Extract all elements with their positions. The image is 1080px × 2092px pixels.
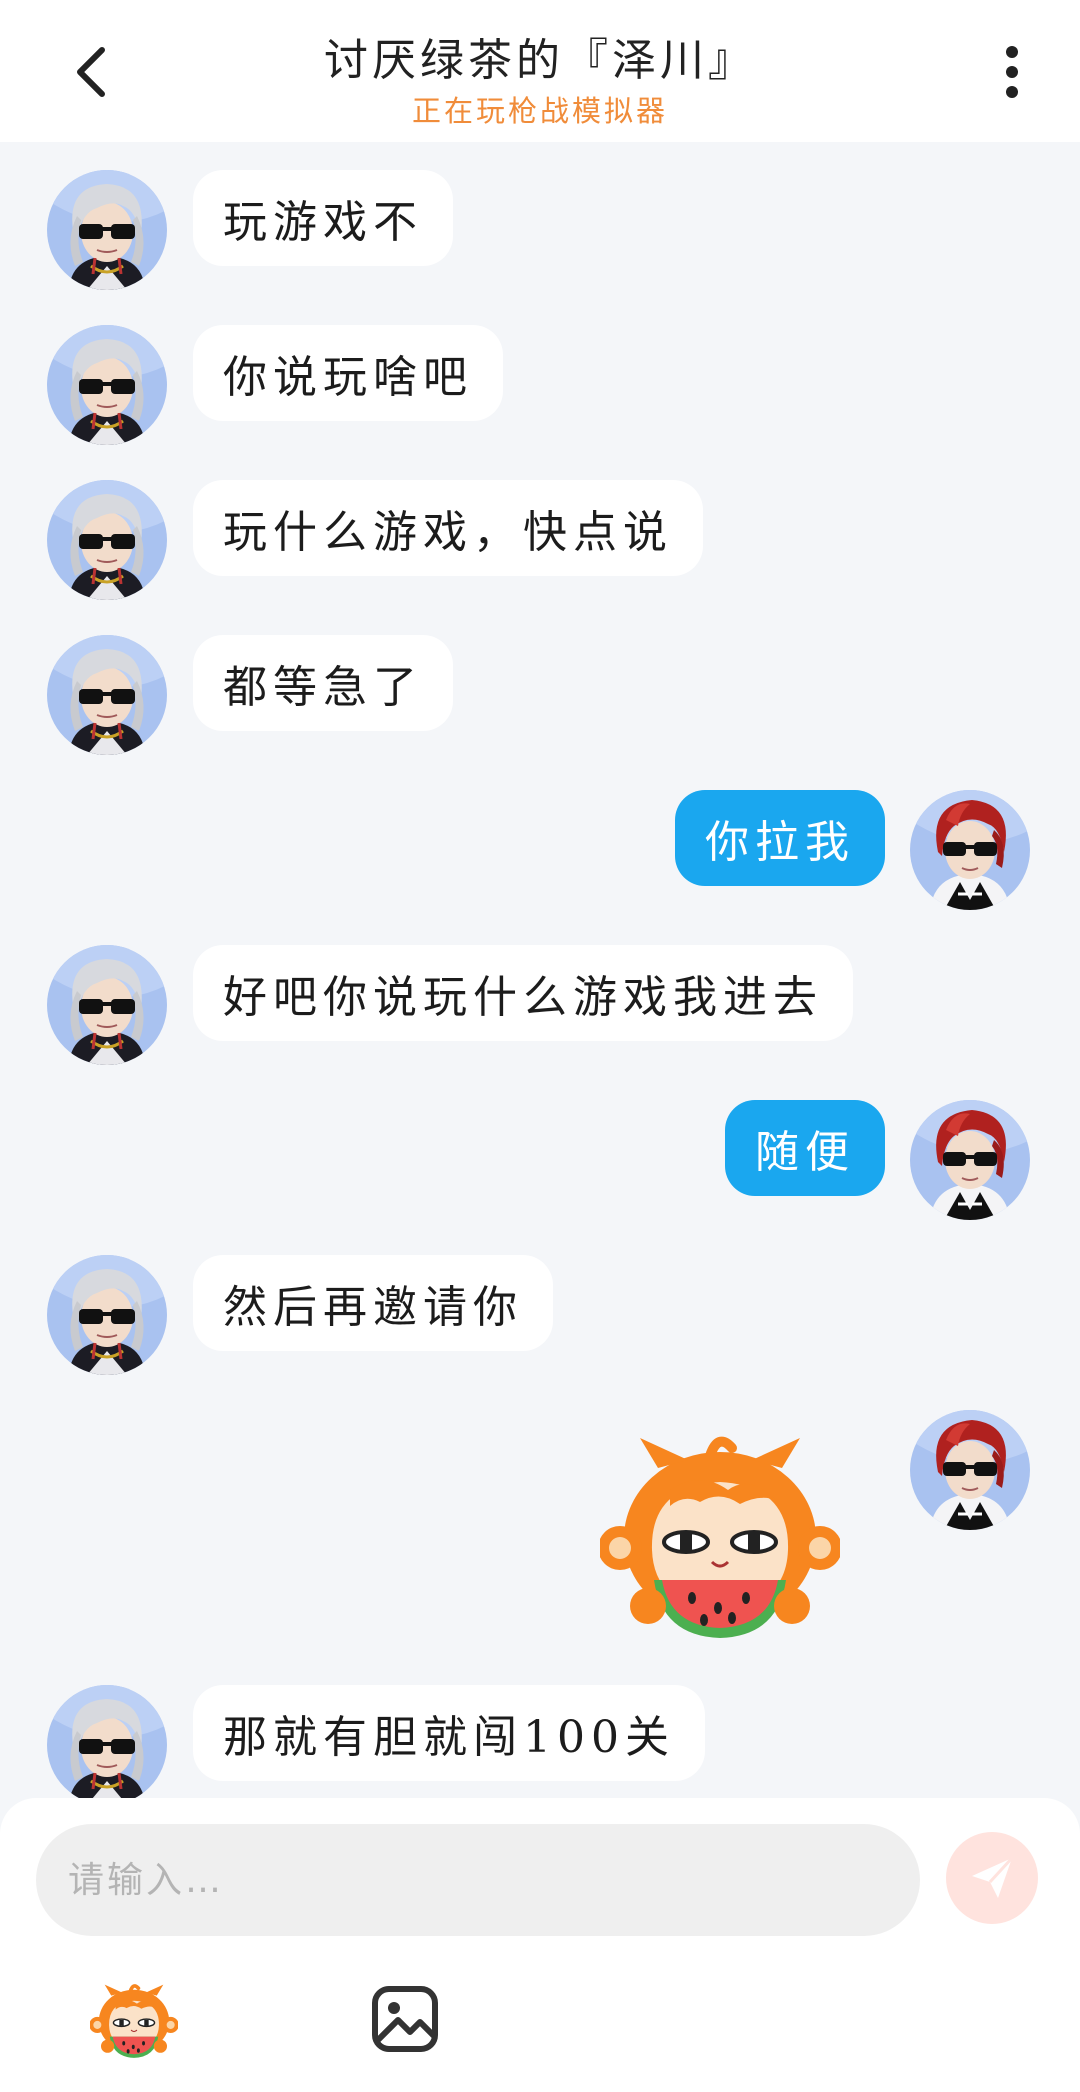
message-bubble[interactable]: 然后再邀请你	[193, 1255, 553, 1351]
message-bubble[interactable]: 那就有胆就闯100关	[193, 1685, 705, 1781]
chevron-left-icon	[77, 47, 105, 97]
message-row-incoming: 都等急了	[0, 635, 1080, 765]
message-bubble[interactable]: 玩游戏不	[193, 170, 453, 266]
message-row-outgoing: 你拉我	[0, 790, 1080, 920]
message-row-outgoing: 随便	[0, 1100, 1080, 1230]
message-list[interactable]: 玩游戏不 你说玩啥吧 玩什么游戏，快点说 都等急了 你拉我 好吧你说玩什么游戏我…	[0, 142, 1080, 1798]
message-bubble[interactable]: 都等急了	[193, 635, 453, 731]
status-text: 正在玩枪战模拟器	[411, 94, 668, 128]
contact-avatar[interactable]	[47, 1685, 167, 1798]
contact-avatar[interactable]	[47, 480, 167, 600]
message-row-incoming: 那就有胆就闯100关	[0, 1685, 1080, 1798]
send-paper-plane-icon	[972, 1856, 1014, 1898]
message-row-incoming: 玩什么游戏，快点说	[0, 480, 1080, 610]
contact-avatar[interactable]	[47, 325, 167, 445]
contact-avatar[interactable]	[47, 1255, 167, 1375]
user-avatar[interactable]	[910, 1410, 1030, 1530]
message-input[interactable]	[36, 1824, 920, 1936]
message-bubble[interactable]: 好吧你说玩什么游戏我进去	[193, 945, 853, 1041]
monkey-emoji-icon[interactable]	[90, 1978, 178, 2066]
message-row-incoming: 好吧你说玩什么游戏我进去	[0, 945, 1080, 1075]
contact-avatar[interactable]	[47, 170, 167, 290]
more-options-button[interactable]	[990, 40, 1034, 104]
back-button[interactable]	[62, 40, 122, 104]
contact-avatar[interactable]	[47, 635, 167, 755]
message-row-outgoing	[0, 1410, 1080, 1660]
contact-avatar[interactable]	[47, 945, 167, 1065]
message-composer	[0, 1798, 1080, 2092]
message-bubble[interactable]: 随便	[725, 1100, 885, 1196]
message-bubble[interactable]: 玩什么游戏，快点说	[193, 480, 703, 576]
chat-title: 讨厌绿茶的『泽川』	[324, 35, 756, 86]
message-row-incoming: 玩游戏不	[0, 170, 1080, 300]
message-bubble[interactable]: 你说玩啥吧	[193, 325, 503, 421]
image-gallery-icon[interactable]	[370, 1984, 440, 2054]
monkey-eating-watermelon-sticker[interactable]	[600, 1430, 840, 1650]
user-avatar[interactable]	[910, 790, 1030, 910]
user-avatar[interactable]	[910, 1100, 1030, 1220]
message-row-incoming: 你说玩啥吧	[0, 325, 1080, 455]
send-button[interactable]	[946, 1832, 1038, 1924]
chat-header: 讨厌绿茶的『泽川』 正在玩枪战模拟器	[0, 0, 1080, 142]
message-bubble[interactable]: 你拉我	[675, 790, 885, 886]
more-vertical-icon	[1006, 46, 1018, 98]
message-row-incoming: 然后再邀请你	[0, 1255, 1080, 1385]
